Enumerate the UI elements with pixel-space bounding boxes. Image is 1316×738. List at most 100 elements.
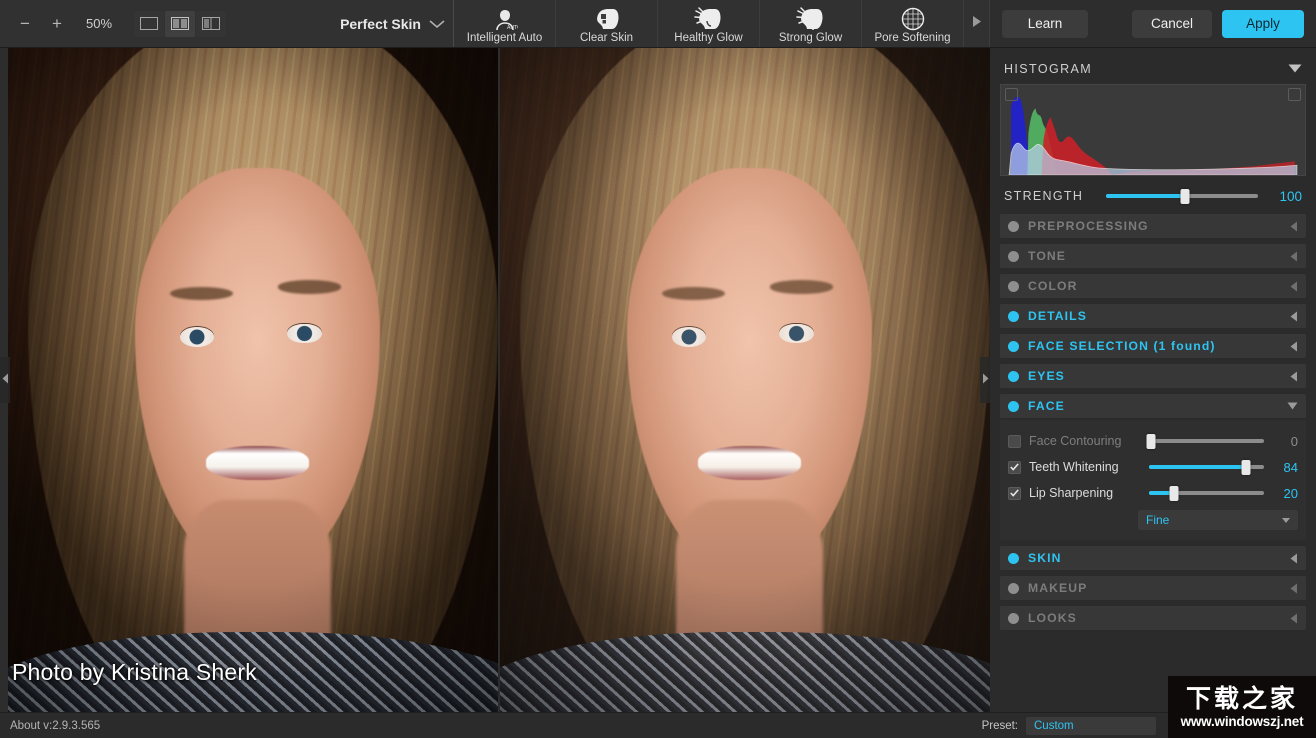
- slider-thumb[interactable]: [1180, 188, 1190, 204]
- preset-scroll-right-button[interactable]: [964, 0, 990, 47]
- histogram-header[interactable]: HISTOGRAM: [1000, 56, 1306, 84]
- slider-thumb[interactable]: [1146, 433, 1156, 449]
- enable-dot-icon[interactable]: [1008, 310, 1019, 322]
- triangle-left-icon[interactable]: [1290, 341, 1298, 352]
- control-face-contouring: Face Contouring 0: [1008, 428, 1298, 454]
- preset-status-field[interactable]: Custom: [1026, 716, 1156, 735]
- section-label: TONE: [1028, 249, 1067, 263]
- zoom-in-button[interactable]: +: [42, 9, 72, 39]
- lip-sharpening-checkbox[interactable]: [1008, 486, 1021, 500]
- section-tone[interactable]: TONE: [1000, 244, 1306, 268]
- section-preprocessing[interactable]: PREPROCESSING: [1000, 214, 1306, 238]
- control-lip-sharpening: Lip Sharpening 20: [1008, 480, 1298, 506]
- before-image[interactable]: [8, 48, 498, 712]
- preset-label: Pore Softening: [874, 31, 951, 44]
- adjustments-panel: HISTOGRAM STRENGTH 100 PREPROCESSING TON…: [990, 48, 1316, 712]
- triangle-down-icon[interactable]: [1288, 60, 1302, 78]
- preset-label: Healthy Glow: [674, 31, 743, 44]
- section-looks[interactable]: LOOKS: [1000, 606, 1306, 630]
- control-teeth-whitening: Teeth Whitening 84: [1008, 454, 1298, 480]
- cancel-button[interactable]: Cancel: [1132, 9, 1212, 38]
- enable-dot-icon[interactable]: [1008, 280, 1019, 292]
- preset-status-value: Custom: [1034, 719, 1074, 732]
- triangle-left-icon[interactable]: [1290, 311, 1298, 322]
- view-mode-split[interactable]: [165, 10, 195, 37]
- strength-slider[interactable]: [1106, 188, 1258, 204]
- enable-dot-icon[interactable]: [1008, 220, 1019, 232]
- slider-thumb[interactable]: [1169, 485, 1179, 501]
- enable-dot-icon[interactable]: [1008, 250, 1019, 262]
- section-label: DETAILS: [1028, 309, 1087, 323]
- chevron-down-icon: [429, 19, 445, 29]
- enable-dot-icon[interactable]: [1008, 400, 1019, 412]
- triangle-left-icon[interactable]: [1290, 371, 1298, 382]
- enable-dot-icon[interactable]: [1008, 340, 1019, 352]
- enable-dot-icon[interactable]: [1008, 612, 1019, 624]
- section-label: SKIN: [1028, 551, 1062, 565]
- section-color[interactable]: COLOR: [1000, 274, 1306, 298]
- triangle-left-icon[interactable]: [1290, 613, 1298, 624]
- image-canvas[interactable]: Photo by Kristina Sherk: [0, 48, 990, 712]
- triangle-left-icon[interactable]: [1290, 221, 1298, 232]
- control-label: Teeth Whitening: [1029, 460, 1119, 474]
- teeth-whitening-slider[interactable]: [1149, 459, 1264, 475]
- strong-glow-face-icon: [795, 5, 826, 31]
- enable-dot-icon[interactable]: [1008, 552, 1019, 564]
- section-eyes[interactable]: EYES: [1000, 364, 1306, 388]
- control-value: 84: [1283, 459, 1298, 475]
- learn-button[interactable]: Learn: [1002, 9, 1088, 38]
- preset-status-label: Preset:: [981, 719, 1018, 732]
- shadow-clip-toggle[interactable]: [1005, 88, 1018, 101]
- teeth-whitening-checkbox[interactable]: [1008, 460, 1021, 474]
- face-contouring-slider[interactable]: [1146, 433, 1264, 449]
- clear-skin-face-icon: [594, 5, 620, 31]
- zoom-level-value: 50%: [85, 16, 113, 31]
- lip-sharpening-slider[interactable]: [1149, 485, 1264, 501]
- watermark-url: www.windowszj.net: [1180, 714, 1304, 729]
- preset-button-intelligent-auto[interactable]: AUTO Intelligent Auto: [454, 0, 556, 47]
- view-mode-compare[interactable]: [196, 10, 226, 37]
- triangle-left-icon[interactable]: [1290, 251, 1298, 262]
- triangle-right-icon: [982, 371, 989, 389]
- face-section-body: Face Contouring 0 Teeth Whitening 84 Lip…: [1000, 420, 1306, 540]
- chevron-down-icon: [1282, 516, 1290, 525]
- slider-thumb[interactable]: [1241, 459, 1251, 475]
- view-mode-single[interactable]: [134, 10, 164, 37]
- preset-button-strong-glow[interactable]: Strong Glow: [760, 0, 862, 47]
- enable-dot-icon[interactable]: [1008, 370, 1019, 382]
- section-skin[interactable]: SKIN: [1000, 546, 1306, 570]
- after-image[interactable]: [498, 48, 990, 712]
- single-pane-icon: [140, 17, 158, 30]
- section-makeup[interactable]: MAKEUP: [1000, 576, 1306, 600]
- section-details[interactable]: DETAILS: [1000, 304, 1306, 328]
- left-panel-expand-handle[interactable]: [0, 357, 10, 403]
- apply-button[interactable]: Apply: [1222, 9, 1304, 38]
- lip-sharpening-mode-dropdown[interactable]: Fine: [1138, 510, 1298, 530]
- photo-credit: Photo by Kristina Sherk: [12, 659, 257, 685]
- face-contouring-checkbox[interactable]: [1008, 434, 1021, 448]
- triangle-left-icon[interactable]: [1290, 281, 1298, 292]
- zoom-out-button[interactable]: −: [10, 9, 40, 39]
- enable-dot-icon[interactable]: [1008, 582, 1019, 594]
- slider-track: [1149, 439, 1264, 443]
- active-preset-selector[interactable]: Perfect Skin: [226, 0, 453, 47]
- section-face-selection[interactable]: FACE SELECTION (1 found): [1000, 334, 1306, 358]
- section-face[interactable]: FACE: [1000, 394, 1306, 418]
- preset-label: Strong Glow: [778, 31, 843, 44]
- highlight-clip-toggle[interactable]: [1288, 88, 1301, 101]
- preset-label: Clear Skin: [579, 31, 634, 44]
- histogram-chart[interactable]: [1000, 84, 1306, 176]
- triangle-down-icon[interactable]: [1287, 402, 1298, 410]
- right-panel-collapse-handle[interactable]: [980, 357, 990, 403]
- section-label: PREPROCESSING: [1028, 219, 1149, 233]
- triangle-left-icon[interactable]: [1290, 553, 1298, 564]
- preset-button-clear-skin[interactable]: Clear Skin: [556, 0, 658, 47]
- section-label: FACE: [1028, 399, 1065, 413]
- about-version-link[interactable]: About v:2.9.3.565: [10, 720, 100, 732]
- preset-button-healthy-glow[interactable]: Healthy Glow: [658, 0, 760, 47]
- preset-button-pore-softening[interactable]: Pore Softening: [862, 0, 964, 47]
- view-mode-group: [134, 10, 226, 37]
- section-label: LOOKS: [1028, 611, 1077, 625]
- triangle-left-icon[interactable]: [1290, 583, 1298, 594]
- section-label: COLOR: [1028, 279, 1078, 293]
